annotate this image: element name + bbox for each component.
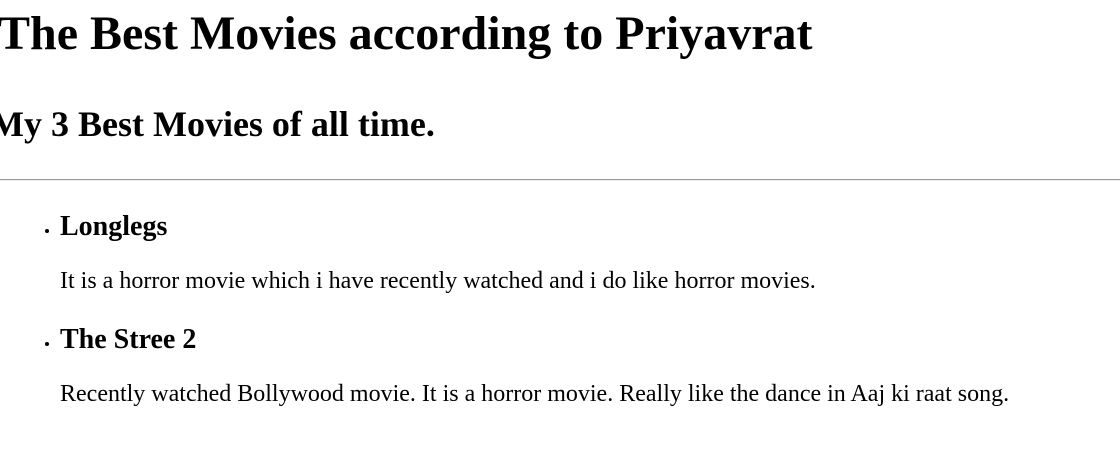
- page-title: The Best Movies according to Priyavrat: [0, 7, 813, 60]
- movie-description: It is a horror movie which i have recent…: [60, 268, 816, 295]
- movie-list-item: Longlegs It is a horror movie which i ha…: [60, 211, 1120, 296]
- movie-title: The Stree 2: [60, 323, 197, 355]
- horizontal-divider: [0, 179, 1120, 181]
- movie-list-item: The Stree 2 Recently watched Bollywood m…: [60, 324, 1120, 409]
- movie-title: Longlegs: [60, 211, 168, 242]
- page-subtitle: My 3 Best Movies of all time.: [0, 104, 435, 144]
- movie-list: Longlegs It is a horror movie which i ha…: [0, 211, 1120, 437]
- movie-description: Recently watched Bollywood movie. It is …: [60, 380, 1010, 407]
